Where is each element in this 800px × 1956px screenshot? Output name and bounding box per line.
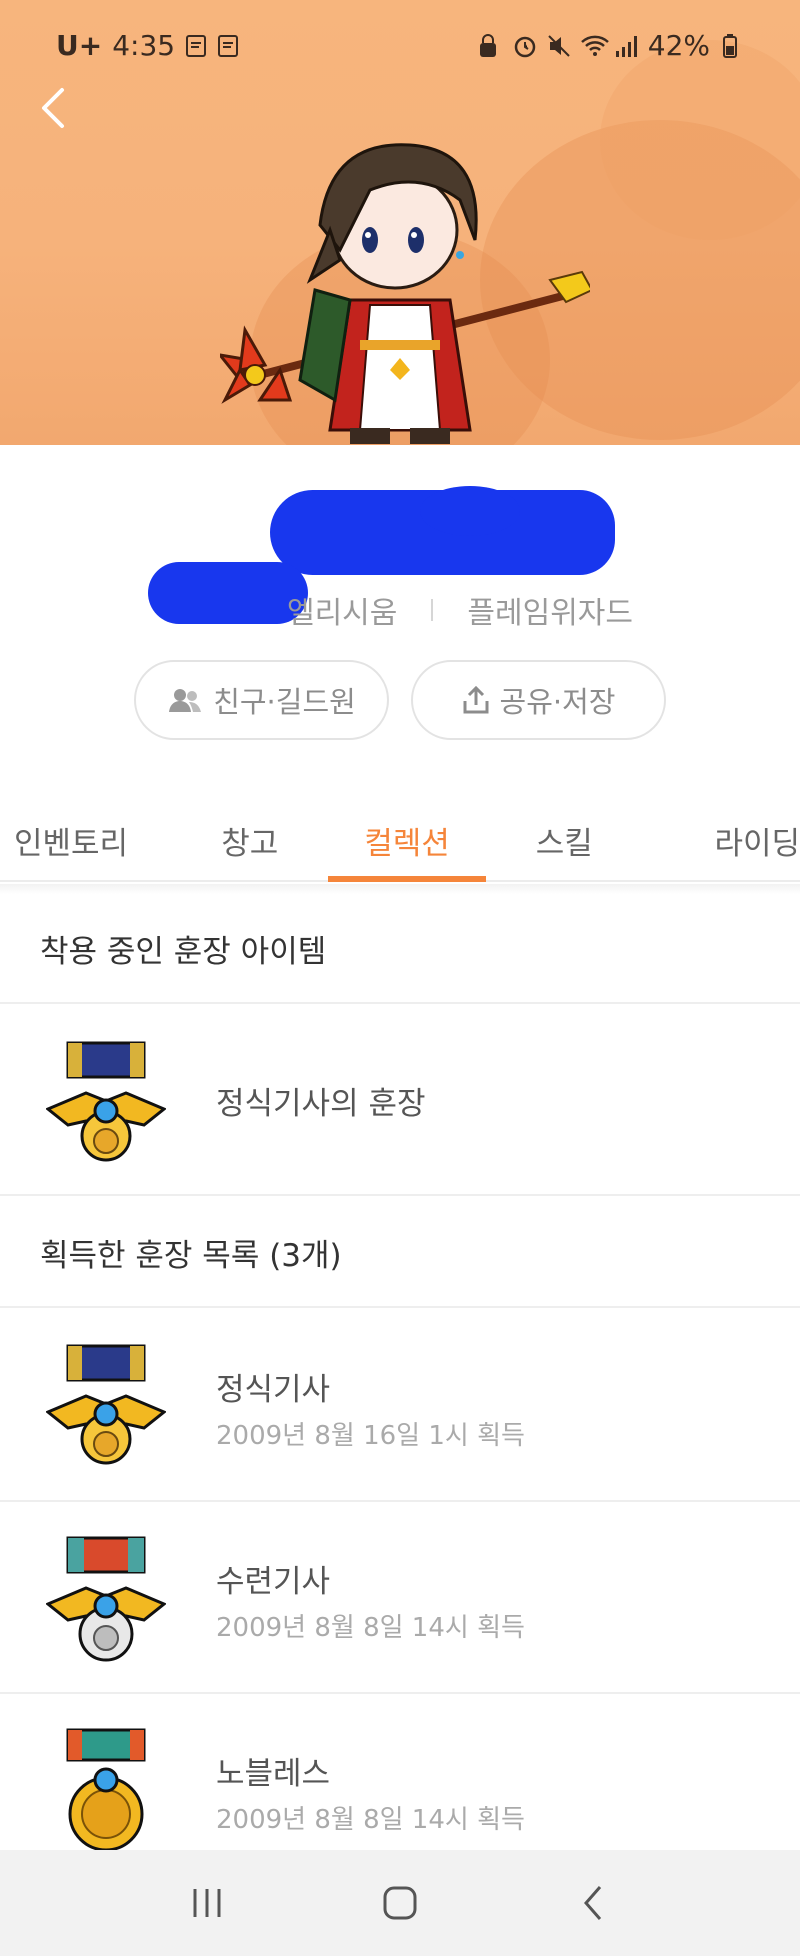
back-button[interactable]: [28, 80, 78, 136]
chevron-left-icon: [584, 1886, 602, 1920]
equipped-medal-row[interactable]: 정식기사의 훈장: [0, 1006, 800, 1196]
medal-acquired-date: 2009년 8월 8일 14시 획득: [216, 1805, 525, 1835]
chevron-left-icon: [42, 88, 64, 128]
tab-inventory[interactable]: 인벤토리: [0, 800, 171, 880]
medal-text: 정식기사 2009년 8월 16일 1시 획득: [216, 1364, 525, 1452]
redacted-character-name: [420, 486, 520, 536]
equipped-medal-header: 착용 중인 훈장 아이템: [0, 894, 800, 1004]
system-navigation-bar: [0, 1850, 800, 1956]
medal-list-item[interactable]: 정식기사 2009년 8월 16일 1시 획득: [0, 1312, 800, 1502]
battery-icon: [722, 33, 744, 58]
battery-percentage: 42%: [647, 28, 710, 62]
divider: [431, 599, 434, 621]
recent-apps-button[interactable]: [177, 1873, 237, 1933]
medal-text: 노블레스 2009년 8월 8일 14시 획득: [216, 1748, 525, 1836]
medal-name: 노블레스: [216, 1756, 331, 1792]
system-back-button[interactable]: [563, 1873, 623, 1933]
medal-acquired-date: 2009년 8월 8일 14시 획득: [216, 1613, 525, 1643]
share-save-label: 공유·저장: [499, 685, 616, 719]
acquired-medals-header: 획득한 훈장 목록 (3개): [0, 1198, 800, 1308]
lock-icon: [478, 33, 500, 57]
character-info-row: 엘리시움 플레임위자드: [0, 588, 800, 632]
noblesse-medal-icon: [66, 1728, 146, 1852]
signal-icon: [614, 33, 637, 57]
tab-collection[interactable]: 컬렉션: [328, 800, 486, 882]
notification-icon: [217, 33, 239, 57]
home-button[interactable]: [370, 1873, 430, 1933]
friends-guild-button[interactable]: 친구·길드원: [134, 660, 389, 740]
job-name: 플레임위자드: [467, 596, 633, 631]
share-icon: [463, 685, 489, 714]
equipped-medal-name: 정식기사의 훈장: [216, 1085, 426, 1122]
world-name: 엘리시움: [286, 596, 398, 631]
medal-name: 수련기사: [216, 1564, 331, 1600]
silver-knight-medal-icon: [46, 1536, 166, 1662]
profile-actions: 친구·길드원 공유·저장: [134, 660, 666, 742]
share-save-button[interactable]: 공유·저장: [411, 660, 666, 740]
gold-knight-medal-icon: [46, 1344, 166, 1465]
notification-icon: [185, 33, 207, 57]
tab-skill[interactable]: 스킬: [486, 800, 643, 880]
recent-apps-icon: [193, 1889, 221, 1917]
status-bar: U+ 4:35 42%: [0, 0, 800, 90]
clock: 4:35: [112, 28, 176, 62]
carrier-label: U+: [56, 28, 103, 62]
medal-list-item[interactable]: 수련기사 2009년 8월 8일 14시 획득: [0, 1504, 800, 1694]
equipped-medal-text: 정식기사의 훈장: [216, 1078, 426, 1123]
home-icon: [383, 1886, 417, 1920]
tab-riding[interactable]: 라이딩: [643, 800, 800, 880]
tab-bar: 인벤토리 창고 컬렉션 스킬 라이딩: [0, 800, 800, 882]
character-avatar: [220, 143, 590, 444]
alarm-icon: [512, 33, 536, 58]
friends-guild-label: 친구·길드원: [213, 685, 356, 719]
divider: [0, 884, 800, 894]
people-icon: [169, 689, 202, 712]
medal-acquired-date: 2009년 8월 16일 1시 획득: [216, 1421, 525, 1451]
medal-text: 수련기사 2009년 8월 8일 14시 획득: [216, 1556, 525, 1644]
gold-knight-medal-icon: [46, 1041, 166, 1162]
mute-icon: [546, 33, 570, 57]
wifi-icon: [580, 33, 609, 57]
medal-name: 정식기사: [216, 1372, 331, 1408]
tab-storage[interactable]: 창고: [171, 800, 328, 880]
